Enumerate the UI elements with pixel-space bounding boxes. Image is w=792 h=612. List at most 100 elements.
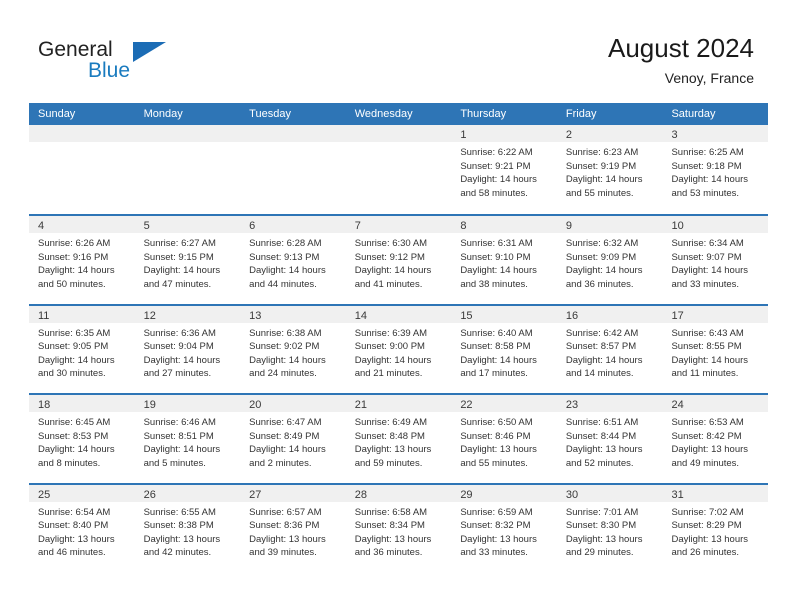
calendar-day-cell[interactable]: 6 Sunrise: 6:28 AM Sunset: 9:13 PM Daylight… [240, 216, 346, 304]
daylight-text-line1: Daylight: 13 hours [143, 533, 221, 545]
calendar-week-row: 4 Sunrise: 6:26 AM Sunset: 9:16 PM Daylight… [29, 214, 769, 304]
day-number-band: 31 [662, 484, 769, 502]
day-number: 31 [671, 488, 684, 501]
daylight-text-line1: Daylight: 14 hours [249, 354, 326, 366]
sunset-text: Sunset: 8:49 PM [249, 430, 320, 442]
daylight-text-line2: and 49 minutes. [671, 457, 740, 469]
calendar-day-cell[interactable]: 22 Sunrise: 6:50 AM Sunset: 8:46 PM Dayligh… [451, 395, 557, 483]
calendar-day-cell[interactable]: 29 Sunrise: 6:59 AM Sunset: 8:32 PM Dayligh… [451, 484, 557, 572]
day-number: 10 [671, 220, 684, 233]
calendar-day-cell[interactable]: 28 Sunrise: 6:58 AM Sunset: 8:34 PM Dayligh… [345, 484, 452, 572]
calendar-day-cell[interactable]: 4 Sunrise: 6:26 AM Sunset: 9:16 PM Daylight… [29, 216, 135, 304]
daylight-text-line2: and 21 minutes. [354, 368, 423, 380]
calendar-day-cell[interactable]: 30 Sunrise: 7:01 AM Sunset: 8:30 PM Dayligh… [556, 484, 663, 572]
calendar-day-cell[interactable]: 10 Sunrise: 6:34 AM Sunset: 9:07 PM Dayligh… [662, 216, 769, 304]
daylight-text-line2: and 46 minutes. [38, 547, 106, 559]
calendar-day-cell[interactable]: 23 Sunrise: 6:51 AM Sunset: 8:44 PM Dayligh… [556, 395, 663, 483]
daylight-text-line1: Daylight: 14 hours [460, 265, 537, 277]
sunset-text: Sunset: 8:42 PM [671, 430, 742, 442]
daylight-text-line2: and 44 minutes. [249, 278, 317, 290]
day-details: Sunrise: 6:36 AM Sunset: 9:04 PM Daylight:… [135, 323, 241, 381]
sunset-text: Sunset: 9:10 PM [460, 251, 531, 263]
daylight-text-line1: Daylight: 13 hours [460, 444, 537, 456]
calendar-day-cell[interactable]: 1 Sunrise: 6:22 AM Sunset: 9:21 PM Daylight… [451, 125, 557, 215]
calendar-day-cell[interactable]: 13 Sunrise: 6:38 AM Sunset: 9:02 PM Dayligh… [240, 305, 346, 394]
sunset-text: Sunset: 8:57 PM [565, 341, 637, 353]
day-number: 3 [671, 129, 678, 141]
calendar-cell-empty [240, 125, 346, 215]
calendar-day-cell[interactable]: 11 Sunrise: 6:35 AM Sunset: 9:05 PM Dayligh… [29, 305, 135, 394]
calendar-day-cell[interactable]: 12 Sunrise: 6:36 AM Sunset: 9:04 PM Dayligh… [134, 305, 241, 394]
day-number: 1 [460, 129, 467, 141]
sunset-text: Sunset: 8:58 PM [460, 341, 531, 353]
day-details: Sunrise: 6:35 AM Sunset: 9:05 PM Daylight:… [29, 323, 135, 381]
calendar-week-row: 1 Sunrise: 6:22 AM Sunset: 9:21 PM Daylight… [29, 125, 769, 215]
sunrise-text: Sunrise: 6:51 AM [565, 417, 639, 429]
day-number-band: 30 [556, 484, 663, 502]
day-number: 15 [460, 309, 473, 322]
day-number-band: 23 [556, 395, 663, 413]
calendar-day-cell[interactable]: 21 Sunrise: 6:49 AM Sunset: 8:48 PM Dayligh… [345, 395, 452, 483]
daylight-text-line2: and 26 minutes. [671, 547, 740, 559]
day-details: Sunrise: 6:55 AM Sunset: 8:38 PM Daylight:… [135, 502, 241, 560]
daylight-text-line1: Daylight: 14 hours [354, 265, 432, 277]
calendar-day-cell[interactable]: 9 Sunrise: 6:32 AM Sunset: 9:09 PM Daylight… [556, 216, 663, 304]
sunrise-text: Sunrise: 6:40 AM [460, 327, 533, 339]
day-number: 4 [38, 220, 45, 233]
calendar-day-cell[interactable]: 7 Sunrise: 6:30 AM Sunset: 9:12 PM Daylight… [345, 216, 452, 304]
daylight-text-line2: and 33 minutes. [671, 278, 740, 290]
brand-logo[interactable]: General Blue [38, 38, 218, 90]
calendar-day-cell[interactable]: 19 Sunrise: 6:46 AM Sunset: 8:51 PM Dayligh… [134, 395, 241, 483]
daylight-text-line2: and 36 minutes. [354, 547, 423, 559]
calendar-grid: Sunday Monday Tuesday Wednesday Thursday… [29, 103, 769, 572]
calendar-day-cell[interactable]: 5 Sunrise: 6:27 AM Sunset: 9:15 PM Daylight… [134, 216, 241, 304]
day-number-band: 27 [240, 484, 346, 502]
day-number-band: 2 [556, 125, 663, 142]
daylight-text-line1: Daylight: 14 hours [143, 444, 221, 456]
sunrise-text: Sunrise: 6:55 AM [143, 506, 216, 518]
daylight-text-line1: Daylight: 14 hours [460, 174, 537, 185]
calendar-day-cell[interactable]: 15 Sunrise: 6:40 AM Sunset: 8:58 PM Dayligh… [451, 305, 557, 394]
calendar-day-cell[interactable]: 24 Sunrise: 6:53 AM Sunset: 8:42 PM Dayligh… [662, 395, 769, 483]
calendar-cell-empty [134, 125, 241, 215]
calendar-day-cell[interactable]: 16 Sunrise: 6:42 AM Sunset: 8:57 PM Dayligh… [556, 305, 663, 394]
sunset-text: Sunset: 9:05 PM [38, 341, 109, 353]
daylight-text-line2: and 47 minutes. [143, 278, 212, 290]
calendar-day-cell[interactable]: 14 Sunrise: 6:39 AM Sunset: 9:00 PM Dayligh… [345, 305, 452, 394]
calendar-day-cell[interactable]: 27 Sunrise: 6:57 AM Sunset: 8:36 PM Dayligh… [240, 484, 346, 572]
day-number-band: 29 [451, 484, 557, 502]
daylight-text-line2: and 27 minutes. [143, 368, 212, 380]
calendar-day-cell[interactable]: 31 Sunrise: 7:02 AM Sunset: 8:29 PM Dayligh… [662, 484, 769, 572]
day-details: Sunrise: 6:23 AM Sunset: 9:19 PM Daylight:… [557, 142, 663, 200]
day-number-band: 6 [240, 216, 346, 234]
calendar-week-row: 18 Sunrise: 6:45 AM Sunset: 8:53 PM Dayligh… [29, 393, 769, 483]
calendar-day-cell[interactable]: 26 Sunrise: 6:55 AM Sunset: 8:38 PM Dayligh… [134, 484, 241, 572]
day-details: Sunrise: 6:45 AM Sunset: 8:53 PM Daylight:… [29, 412, 135, 470]
sunrise-text: Sunrise: 6:59 AM [460, 506, 533, 518]
sunset-text: Sunset: 8:38 PM [143, 520, 214, 532]
day-details: Sunrise: 7:01 AM Sunset: 8:30 PM Daylight:… [557, 502, 663, 560]
day-number-band: 25 [29, 484, 135, 502]
daylight-text-line1: Daylight: 14 hours [143, 265, 221, 277]
day-details: Sunrise: 6:32 AM Sunset: 9:09 PM Daylight:… [557, 233, 663, 291]
daylight-text-line2: and 29 minutes. [565, 547, 634, 559]
day-number: 23 [565, 399, 579, 412]
day-number: 25 [38, 488, 51, 501]
sunset-text: Sunset: 9:07 PM [671, 251, 742, 263]
sunset-text: Sunset: 8:34 PM [354, 520, 425, 532]
calendar-day-cell[interactable]: 17 Sunrise: 6:43 AM Sunset: 8:55 PM Dayligh… [662, 305, 769, 394]
calendar-day-cell[interactable]: 2 Sunrise: 6:23 AM Sunset: 9:19 PM Daylight… [556, 125, 663, 215]
daylight-text-line2: and 39 minutes. [249, 547, 317, 559]
day-details: Sunrise: 6:47 AM Sunset: 8:49 PM Daylight:… [240, 412, 346, 470]
sunset-text: Sunset: 9:16 PM [38, 251, 109, 263]
day-number: 14 [354, 309, 367, 322]
day-details: Sunrise: 6:57 AM Sunset: 8:36 PM Daylight:… [240, 502, 346, 560]
calendar-day-cell[interactable]: 20 Sunrise: 6:47 AM Sunset: 8:49 PM Dayligh… [240, 395, 346, 483]
calendar-day-cell[interactable]: 25 Sunrise: 6:54 AM Sunset: 8:40 PM Dayligh… [29, 484, 135, 572]
calendar-day-cell[interactable]: 8 Sunrise: 6:31 AM Sunset: 9:10 PM Daylight… [451, 216, 557, 304]
calendar-day-cell[interactable]: 3 Sunrise: 6:25 AM Sunset: 9:18 PM Daylight… [662, 125, 769, 215]
weekday-header-sunday: Sunday [38, 108, 76, 120]
calendar-day-cell[interactable]: 18 Sunrise: 6:45 AM Sunset: 8:53 PM Dayligh… [29, 395, 135, 483]
day-details: Sunrise: 6:42 AM Sunset: 8:57 PM Daylight:… [557, 323, 663, 381]
triangle-icon [133, 42, 166, 62]
